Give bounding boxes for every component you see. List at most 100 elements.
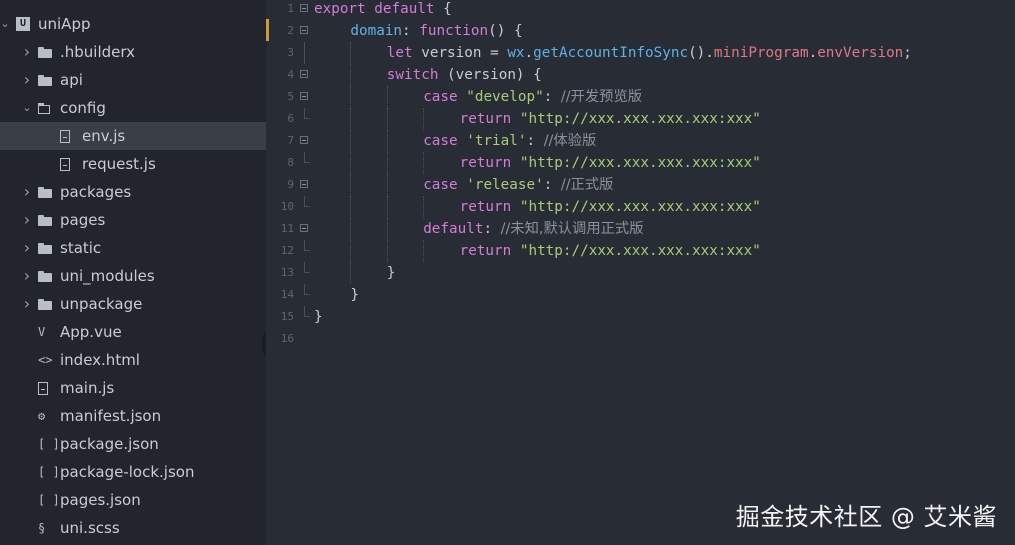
fold-toggle-icon[interactable]: [300, 4, 308, 12]
code-token: "http://xxx.xxx.xxx.xxx:xxx": [519, 243, 761, 259]
tree-item[interactable]: ⌄ UuniApp: [0, 10, 266, 38]
chevron-right-icon[interactable]: ›: [22, 206, 32, 234]
line-number: 5: [287, 90, 294, 103]
fold-toggle-icon[interactable]: [300, 180, 308, 188]
fold-end-guide: [304, 262, 310, 273]
tree-item[interactable]: [ ] pages.json: [0, 486, 266, 514]
tree-item-icon: U: [16, 10, 30, 38]
tree-item[interactable]: ⚙ manifest.json: [0, 402, 266, 430]
code-text: case 'trial': //体验版: [423, 130, 596, 152]
code-line[interactable]: 11 default: //未知,默认调用正式版: [266, 218, 1015, 240]
code-token: return: [459, 111, 512, 127]
tree-item-icon: [38, 374, 48, 402]
indent-guide: [423, 108, 425, 130]
code-line[interactable]: 10 return "http://xxx.xxx.xxx.xxx:xxx": [266, 196, 1015, 218]
tree-item-label: api: [60, 71, 83, 89]
code-token: return: [459, 155, 512, 171]
tree-item-label: pages.json: [60, 491, 141, 509]
code-line[interactable]: 9 case 'release': //正式版: [266, 174, 1015, 196]
code-text: export default {: [314, 0, 452, 20]
code-token: "http://xxx.xxx.xxx.xxx:xxx": [519, 111, 761, 127]
code-token: :: [402, 23, 420, 39]
tree-item[interactable]: § uni.scss: [0, 514, 266, 542]
indent-guide: [350, 130, 352, 152]
code-text: switch (version) {: [387, 64, 542, 86]
code-text: return "http://xxx.xxx.xxx.xxx:xxx": [460, 108, 761, 130]
tree-item[interactable]: › static: [0, 234, 266, 262]
code-line[interactable]: 8 return "http://xxx.xxx.xxx.xxx:xxx": [266, 152, 1015, 174]
tree-item-label: main.js: [60, 379, 115, 397]
tree-item[interactable]: V App.vue: [0, 318, 266, 346]
code-text: domain: function() {: [350, 20, 522, 42]
tree-item-label: pages: [60, 211, 106, 229]
fold-end-guide: [304, 196, 310, 207]
chevron-right-icon[interactable]: ›: [22, 290, 32, 318]
code-token: wx: [507, 45, 525, 61]
indent-guide: [423, 196, 425, 218]
code-editor[interactable]: 1 export default {2 domain: function() {3 l…: [266, 0, 1015, 545]
code-token: version =: [412, 45, 508, 61]
line-number: 7: [287, 134, 294, 147]
tree-item[interactable]: main.js: [0, 374, 266, 402]
chevron-right-icon[interactable]: ›: [22, 234, 32, 262]
code-line[interactable]: 12 return "http://xxx.xxx.xxx.xxx:xxx": [266, 240, 1015, 262]
code-line[interactable]: 14}: [266, 284, 1015, 306]
tree-item[interactable]: request.js: [0, 150, 266, 178]
code-line[interactable]: 1 export default {: [266, 0, 1015, 20]
code-token: //开发预览版: [560, 89, 643, 105]
fold-toggle-icon[interactable]: [300, 92, 308, 100]
fold-toggle-icon[interactable]: [300, 70, 308, 78]
tree-item[interactable]: › .hbuilderx: [0, 38, 266, 66]
chevron-down-icon[interactable]: ⌄: [0, 10, 10, 38]
tree-item-label: packages: [60, 183, 132, 201]
code-text: }: [314, 306, 323, 328]
tree-item[interactable]: ⌄ config: [0, 94, 266, 122]
indent-guide: [423, 240, 425, 262]
chevron-right-icon[interactable]: ›: [22, 178, 32, 206]
chevron-right-icon[interactable]: ›: [22, 262, 32, 290]
code-token: :: [483, 221, 501, 237]
fold-guide: [304, 42, 305, 64]
tree-item[interactable]: › packages: [0, 178, 266, 206]
fold-toggle-icon[interactable]: [300, 26, 308, 34]
code-text: return "http://xxx.xxx.xxx.xxx:xxx": [460, 240, 761, 262]
tree-item-icon: [38, 206, 52, 234]
tree-item[interactable]: › unpackage: [0, 290, 266, 318]
tree-item[interactable]: <> index.html: [0, 346, 266, 374]
line-number: 15: [280, 310, 294, 323]
code-line[interactable]: 7 case 'trial': //体验版: [266, 130, 1015, 152]
code-line[interactable]: 13}: [266, 262, 1015, 284]
ide-window: ⌄ UuniApp › .hbuilderx › api ⌄ config env.js requ…: [0, 0, 1015, 545]
tree-item[interactable]: env.js: [0, 122, 266, 150]
json-file-icon: [ ]: [38, 465, 60, 479]
code-line[interactable]: 2 domain: function() {: [266, 20, 1015, 42]
watermark: 掘金技术社区 @ 艾米酱: [735, 503, 997, 531]
fold-toggle-icon[interactable]: [300, 136, 308, 144]
chevron-down-icon[interactable]: ⌄: [22, 94, 32, 122]
indent-guide: [350, 64, 352, 86]
code-line[interactable]: 15}: [266, 306, 1015, 328]
code-line[interactable]: 3 let version = wx.getAccountInfoSync().m…: [266, 42, 1015, 64]
code-line[interactable]: 16: [266, 328, 1015, 350]
fold-toggle-icon[interactable]: [300, 224, 308, 232]
chevron-right-icon[interactable]: ›: [22, 38, 32, 66]
folder-open-icon: [38, 102, 53, 114]
code-text: }: [387, 262, 396, 284]
tree-item-icon: [ ]: [38, 486, 60, 514]
tree-item[interactable]: › pages: [0, 206, 266, 234]
chevron-right-icon[interactable]: ›: [22, 66, 32, 94]
line-number: 13: [280, 266, 294, 279]
tree-item[interactable]: › uni_modules: [0, 262, 266, 290]
code-token: export: [314, 1, 366, 17]
tree-item[interactable]: › api: [0, 66, 266, 94]
tree-item-icon: [ ]: [38, 458, 60, 486]
tree-item[interactable]: [ ] package-lock.json: [0, 458, 266, 486]
code-line[interactable]: 5 case "develop": //开发预览版: [266, 86, 1015, 108]
code-line[interactable]: 6 return "http://xxx.xxx.xxx.xxx:xxx": [266, 108, 1015, 130]
vue-file-icon: V: [38, 325, 46, 339]
fold-end-guide: [304, 108, 310, 119]
tree-item[interactable]: [ ] package.json: [0, 430, 266, 458]
code-line[interactable]: 4 switch (version) {: [266, 64, 1015, 86]
code-file-icon: <>: [38, 353, 53, 367]
